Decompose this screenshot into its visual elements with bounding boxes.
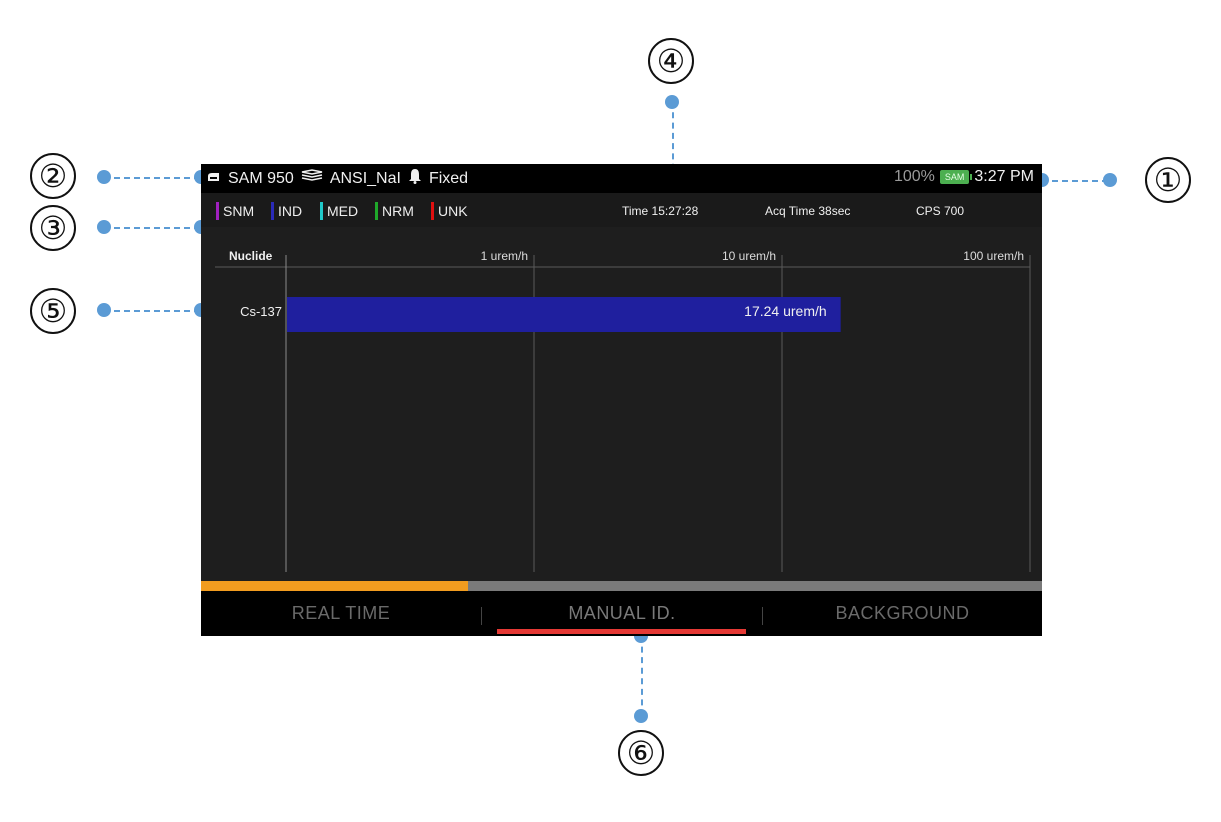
- chart-tick-label: 100 urem/h: [963, 249, 1024, 263]
- legend-label-snm: SNM: [223, 203, 255, 219]
- callout-1: ①: [1145, 157, 1191, 203]
- callout-5-line: [104, 310, 200, 312]
- chart-tick-label: 1 urem/h: [481, 249, 528, 263]
- legend-label-unk: UNK: [438, 203, 468, 219]
- legend-bar: SNM IND MED NRM UNK Time 15:27:28 Acq Ti…: [201, 193, 1042, 227]
- callout-1-line: [1042, 180, 1108, 182]
- legend-label-nrm: NRM: [382, 203, 414, 219]
- legend-item-nrm: NRM: [375, 202, 414, 220]
- battery-icon: SAM: [939, 170, 972, 184]
- chart-column-header: Nuclide: [229, 249, 273, 263]
- callout-6-line: [641, 636, 643, 716]
- chart-data-label: 17.24 urem/h: [744, 303, 827, 319]
- tab-manual-id-label: MANUAL ID.: [568, 603, 676, 623]
- acquisition-progress-bar: [201, 581, 1042, 591]
- acquisition-clock: Time 15:27:28: [622, 204, 699, 218]
- legend-item-unk: UNK: [431, 202, 468, 220]
- callout-6-dot-b: [634, 709, 648, 723]
- callout-4: ④: [648, 38, 694, 84]
- battery-percent: 100%: [893, 168, 935, 185]
- counts-per-second: CPS 700: [916, 204, 965, 218]
- library-name: ANSI_NaI: [329, 169, 401, 187]
- legend-label-ind: IND: [278, 203, 303, 219]
- bell-icon: [408, 168, 422, 189]
- acquisition-time: Acq Time 38sec: [765, 204, 851, 218]
- status-bar: SAM 950 ANSI_NaI Fixed 100% SAM 3:27 PM: [201, 164, 1042, 193]
- active-tab-indicator: [497, 629, 746, 634]
- acquisition-progress-fill: [201, 581, 469, 591]
- clock: 3:27 PM: [974, 168, 1034, 185]
- callout-6: ⑥: [618, 730, 664, 776]
- legend-item-ind: IND: [271, 202, 302, 220]
- chart-svg: Nuclide 1 urem/h 10 urem/h 100 urem/h Cs-137…: [215, 249, 1031, 572]
- legend-label-med: MED: [327, 203, 359, 219]
- tab-real-time[interactable]: REAL TIME: [201, 591, 481, 636]
- callout-5: ⑤: [30, 288, 76, 334]
- callout-5-dot-a: [97, 303, 111, 317]
- callout-4-dot-a: [665, 95, 679, 109]
- tab-real-time-label: REAL TIME: [291, 603, 391, 623]
- library-icon: [301, 169, 323, 188]
- chart-tick-label: 10 urem/h: [722, 249, 776, 263]
- legend-swatch-snm: [216, 202, 219, 220]
- device-name: SAM 950: [228, 169, 294, 187]
- legend-swatch-nrm: [375, 202, 378, 220]
- callout-2: ②: [30, 153, 76, 199]
- tab-background[interactable]: BACKGROUND: [763, 591, 1042, 636]
- device-icon: [207, 170, 221, 188]
- dose-rate-chart: Nuclide 1 urem/h 10 urem/h 100 urem/h Cs-137…: [201, 227, 1042, 636]
- callout-1-dot-b: [1103, 173, 1117, 187]
- legend-item-med: MED: [320, 202, 358, 220]
- callout-3: ③: [30, 205, 76, 251]
- callout-2-dot-a: [97, 170, 111, 184]
- legend-swatch-ind: [271, 202, 274, 220]
- legend-swatch-unk: [431, 202, 434, 220]
- device-screen: SAM 950 ANSI_NaI Fixed 100% SAM 3:27 PM …: [201, 164, 1042, 636]
- alarm-mode: Fixed: [428, 169, 469, 187]
- chart-category-label: Cs-137: [240, 304, 282, 319]
- callout-3-line: [104, 227, 200, 229]
- legend-swatch-med: [320, 202, 323, 220]
- mode-tab-bar: REAL TIME MANUAL ID. BACKGROUND: [201, 591, 1042, 636]
- tab-background-label: BACKGROUND: [835, 603, 970, 623]
- callout-3-dot-a: [97, 220, 111, 234]
- callout-2-line: [104, 177, 200, 179]
- legend-item-snm: SNM: [216, 202, 254, 220]
